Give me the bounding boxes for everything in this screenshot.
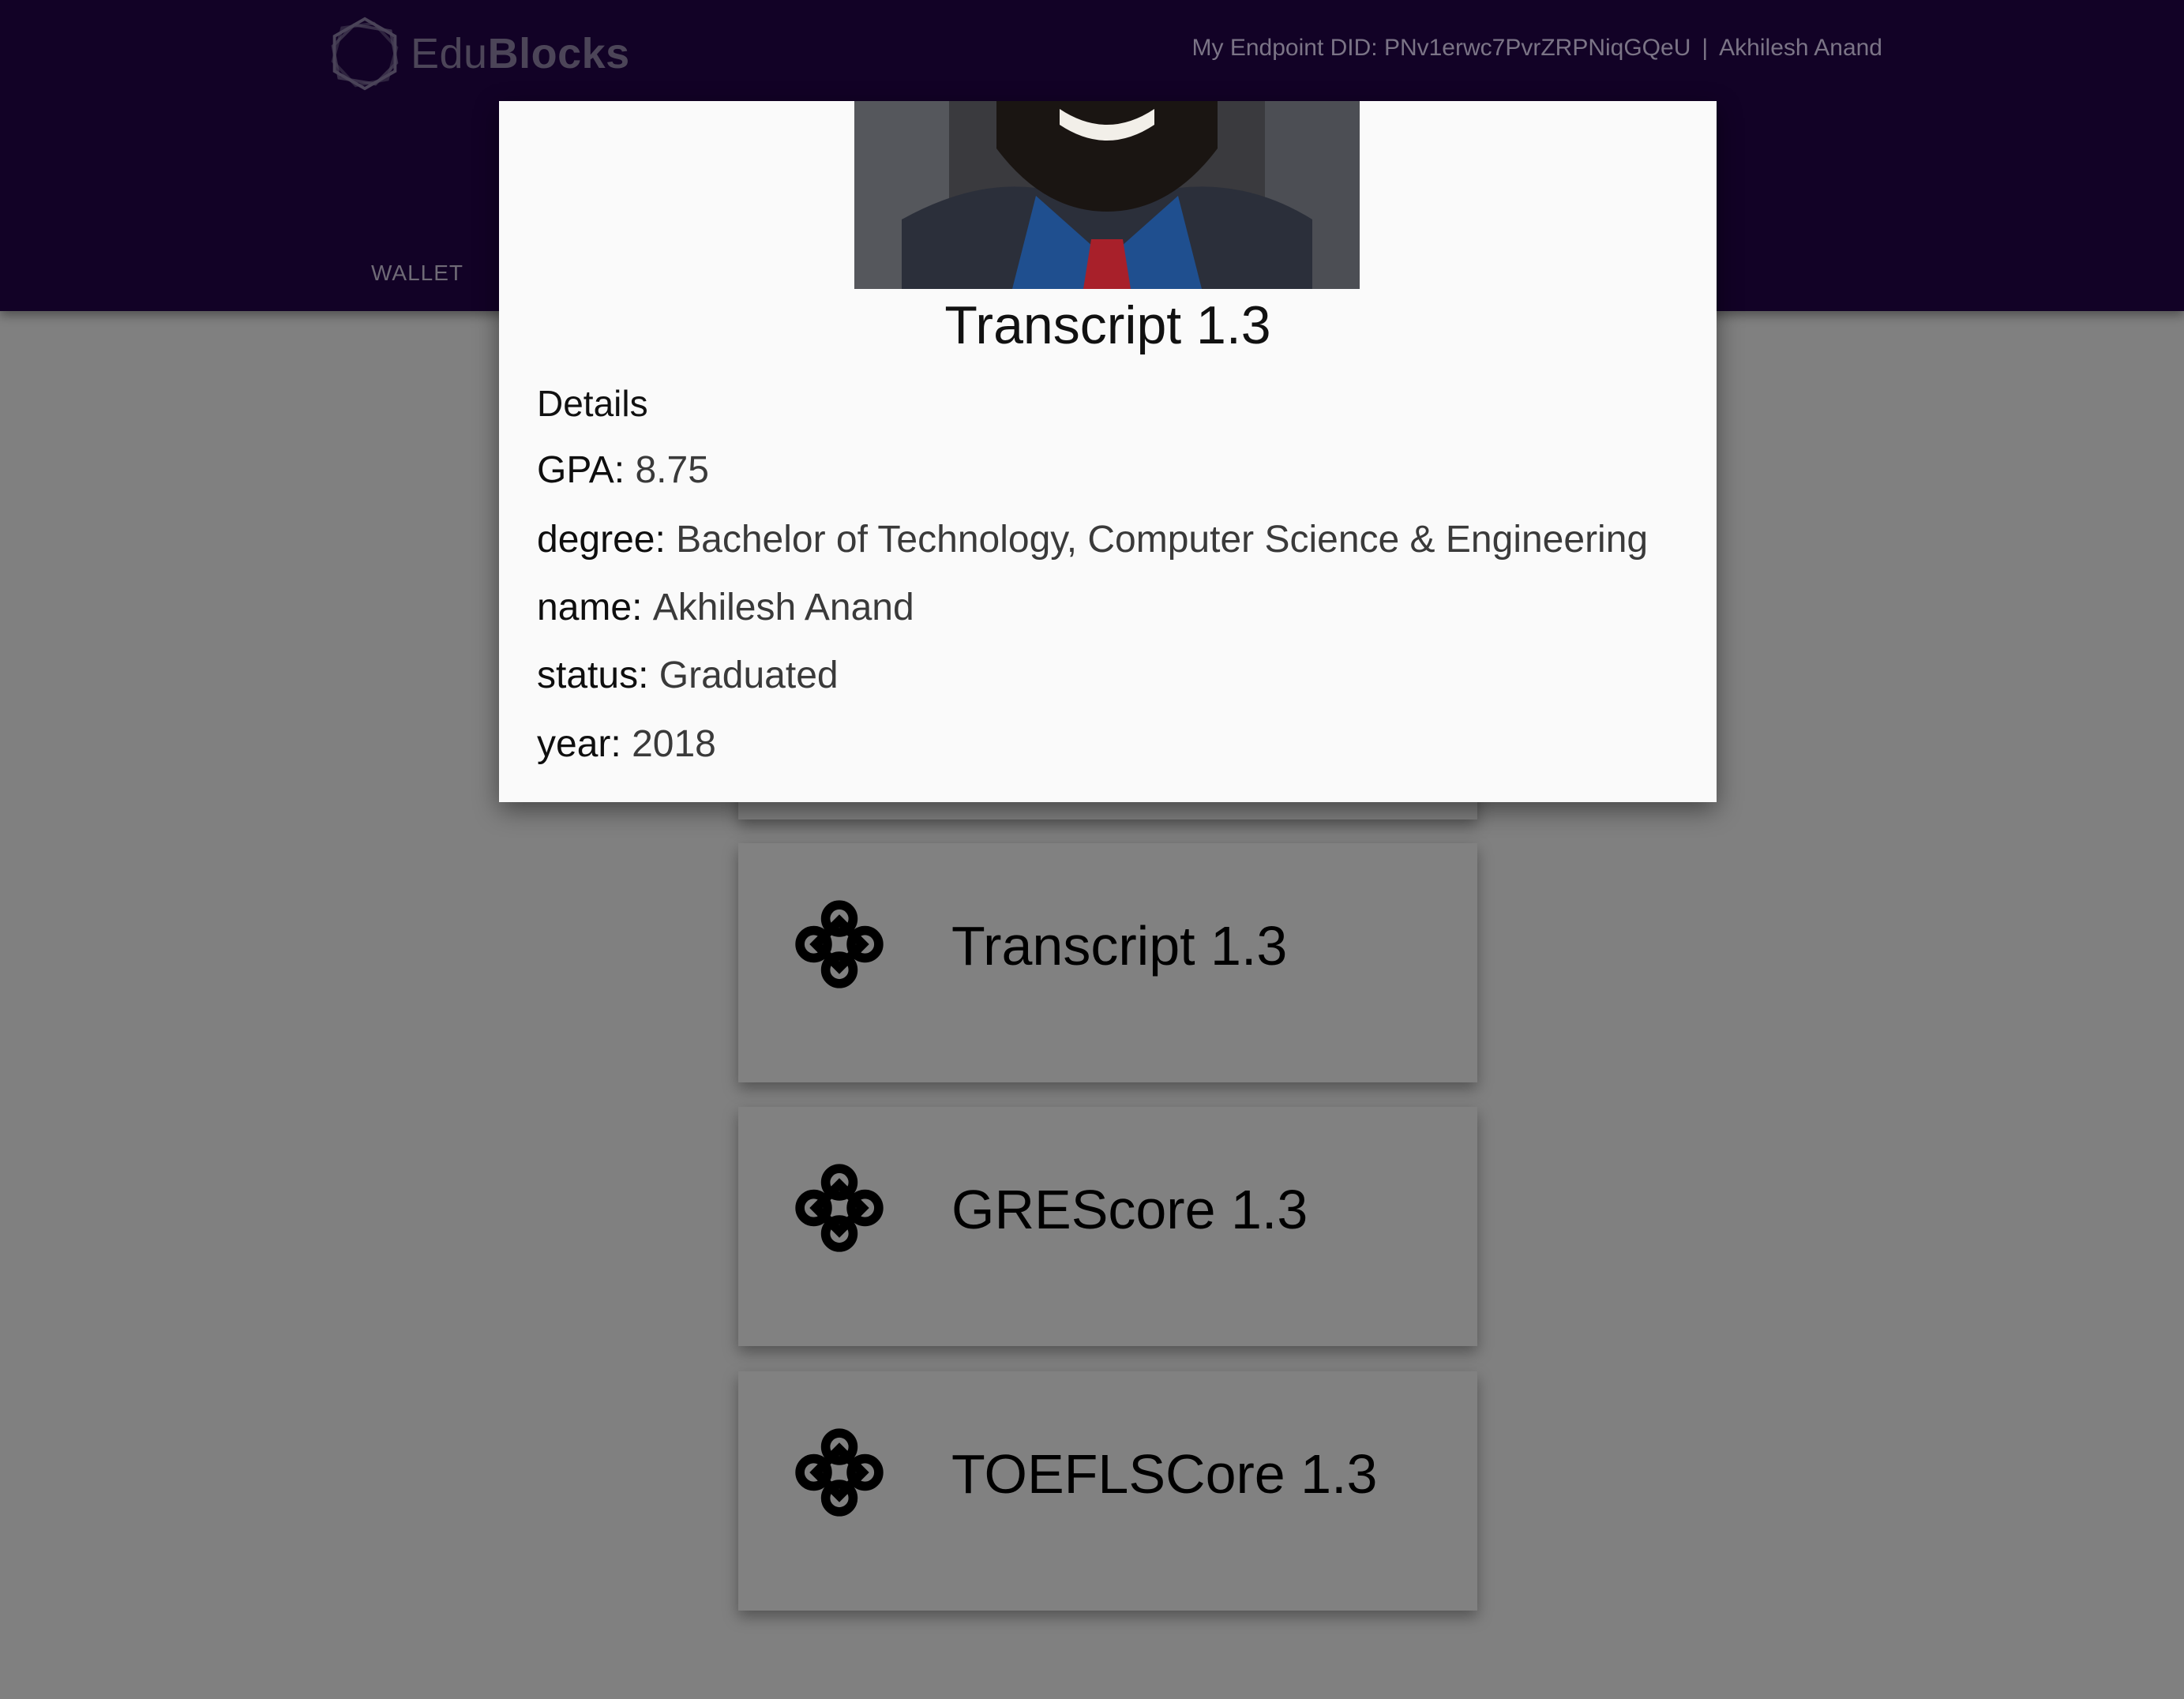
credential-knot-icon (795, 900, 884, 988)
logo-hexagon-icon (331, 17, 399, 91)
field-value: Bachelor of Technology, Computer Science… (676, 519, 1649, 561)
field-degree: degree: Bachelor of Technology, Computer… (537, 518, 1648, 561)
credential-card-grescore[interactable]: GREScore 1.3 (738, 1107, 1477, 1346)
credential-knot-icon (795, 1428, 884, 1517)
field-key: status: (537, 654, 649, 696)
user-name[interactable]: Akhilesh Anand (1719, 35, 1882, 61)
field-status: status: Graduated (537, 654, 839, 697)
field-key: name: (537, 587, 643, 628)
card-title: GREScore 1.3 (951, 1179, 1308, 1240)
field-value: Graduated (659, 654, 839, 696)
header-user-info: My Endpoint DID: PNv1erwc7PvrZRPNiqGQeU |… (1192, 35, 1882, 62)
credential-knot-icon (795, 1164, 884, 1252)
card-title: Transcript 1.3 (951, 915, 1288, 977)
field-value: 8.75 (635, 449, 709, 491)
field-year: year: 2018 (537, 722, 716, 766)
field-gpa: GPA: 8.75 (537, 448, 709, 492)
header-separator: | (1702, 35, 1709, 61)
field-key: degree: (537, 519, 666, 561)
credential-detail-modal: Transcript 1.3 Details GPA: 8.75 degree:… (499, 101, 1717, 802)
profile-photo-image (854, 101, 1360, 289)
field-name: name: Akhilesh Anand (537, 586, 914, 629)
profile-photo (854, 101, 1360, 289)
field-value: 2018 (632, 723, 716, 765)
modal-title: Transcript 1.3 (944, 295, 1271, 355)
field-key: GPA: (537, 449, 625, 491)
credential-card-toeflscore[interactable]: TOEFLSCore 1.3 (738, 1371, 1477, 1611)
endpoint-did: My Endpoint DID: PNv1erwc7PvrZRPNiqGQeU (1191, 35, 1691, 61)
credential-card-transcript[interactable]: Transcript 1.3 (738, 843, 1477, 1082)
logo-text-bold: Blocks (487, 30, 630, 77)
field-key: year: (537, 723, 621, 765)
logo-text-light: Edu (411, 30, 488, 77)
logo-text: EduBlocks (411, 29, 630, 78)
nav-tab-wallet[interactable]: WALLET (371, 261, 463, 286)
card-title: TOEFLSCore 1.3 (951, 1443, 1378, 1505)
field-value: Akhilesh Anand (652, 587, 914, 628)
details-heading: Details (537, 383, 648, 424)
edublocks-logo[interactable]: EduBlocks (327, 13, 630, 95)
